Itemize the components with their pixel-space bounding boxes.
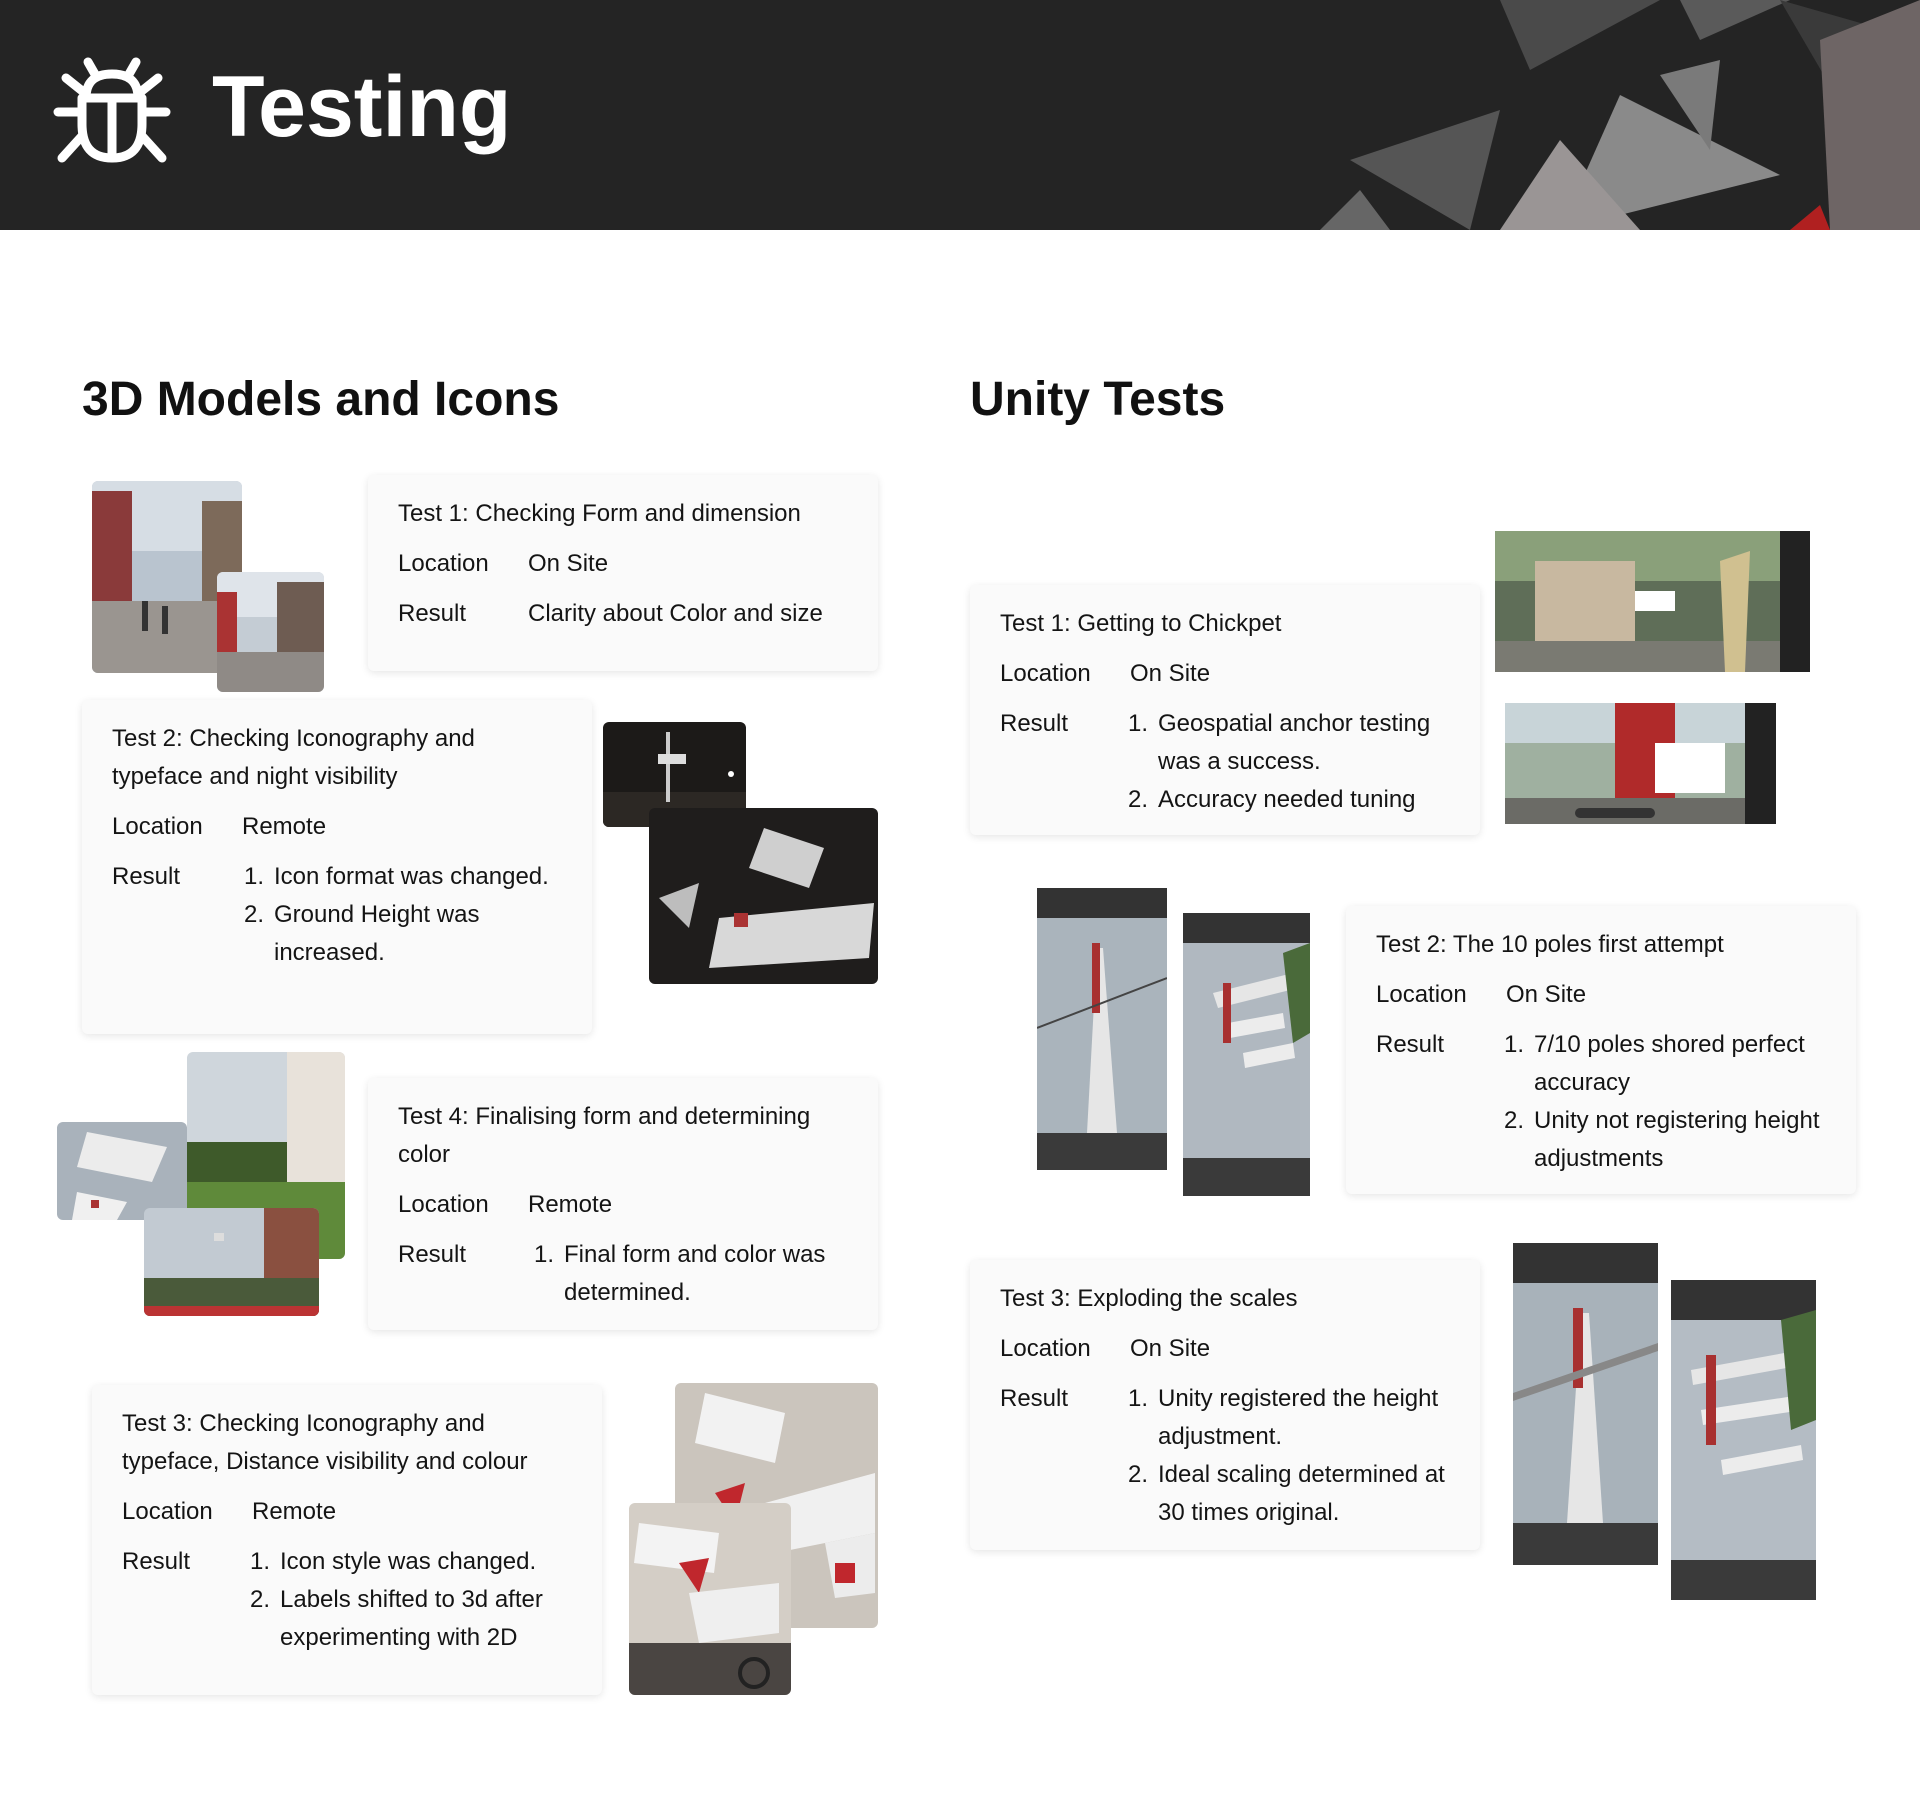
- location-label: Location: [122, 1498, 213, 1525]
- test-card-right-2: Test 2: The 10 poles first attempt Locat…: [1346, 906, 1856, 1194]
- location-label: Location: [1376, 981, 1467, 1008]
- section-heading-3d-models: 3D Models and Icons: [82, 373, 560, 426]
- location-value: On Site: [1130, 1335, 1211, 1362]
- pole-screenshot-1: [1037, 888, 1167, 1170]
- location-label: Location: [398, 550, 489, 577]
- location-value: On Site: [1506, 981, 1587, 1008]
- section-heading-unity-tests: Unity Tests: [970, 373, 1226, 426]
- location-label: Location: [1000, 660, 1091, 687]
- test-title: Test 1: Checking Form and dimension: [398, 500, 801, 527]
- sign-photo-1: [57, 1122, 187, 1220]
- test-title: Test 1: Getting to Chickpet: [1000, 610, 1282, 637]
- result-item: 7/10 poles shored perfect accuracy: [1504, 1026, 1805, 1096]
- test-title: Test 2: The 10 poles first attempt: [1376, 931, 1724, 958]
- result-item: Geospatial anchor testing was a success.: [1128, 705, 1431, 775]
- test-card-right-1: Test 1: Getting to Chickpet Location On S…: [970, 585, 1480, 835]
- result-item: Labels shifted to 3d after experimenting…: [250, 1581, 543, 1651]
- test-title: Test 3: Checking Iconography and typefac…: [122, 1410, 528, 1475]
- result-label: Result: [112, 863, 181, 890]
- test-card-left-3: Test 3: Checking Iconography and typefac…: [92, 1385, 602, 1695]
- test-title: Test 2: Checking Iconography and typefac…: [112, 725, 475, 790]
- result-item: Icon format was changed.: [244, 858, 549, 896]
- night-photo-2: [649, 808, 878, 984]
- scale-screenshot-1: [1513, 1243, 1658, 1565]
- location-value: On Site: [528, 550, 609, 577]
- test-title: Test 3: Exploding the scales: [1000, 1285, 1298, 1312]
- result-item: Ground Height was increased.: [244, 896, 480, 966]
- test-card-left-2: Test 2: Checking Iconography and typefac…: [82, 700, 592, 1034]
- page-title: Testing: [212, 59, 512, 155]
- result-item: Unity registered the height adjustment.: [1128, 1380, 1439, 1450]
- signage-render-2: [629, 1503, 791, 1695]
- result-item: Final form and color was determined.: [534, 1236, 826, 1306]
- result-label: Result: [398, 600, 467, 627]
- result-item: Unity not registering height adjustments: [1504, 1102, 1820, 1172]
- result-item: Ideal scaling determined at 30 times ori…: [1128, 1456, 1445, 1526]
- scale-screenshot-2: [1671, 1280, 1816, 1600]
- location-value: On Site: [1130, 660, 1211, 687]
- result-label: Result: [1000, 1385, 1069, 1412]
- result-label: Result: [1000, 710, 1069, 737]
- result-label: Result: [122, 1548, 191, 1575]
- location-label: Location: [112, 813, 203, 840]
- test-card-left-1: Test 1: Checking Form and dimension Loca…: [368, 475, 878, 671]
- street-photo-2: [217, 572, 324, 692]
- test-card-right-3: Test 3: Exploding the scales Location On …: [970, 1260, 1480, 1550]
- result-label: Result: [398, 1241, 467, 1268]
- ar-street-screenshot-2: [1505, 703, 1776, 824]
- location-label: Location: [398, 1191, 489, 1218]
- ar-street-screenshot-1: [1495, 531, 1810, 672]
- result-label: Result: [1376, 1031, 1445, 1058]
- header-banner: Testing: [0, 0, 1920, 230]
- test-card-left-4: Test 4: Finalising form and determining …: [368, 1078, 878, 1330]
- location-value: Remote: [242, 813, 327, 840]
- pole-screenshot-2: [1183, 913, 1310, 1196]
- result-item: Icon style was changed.: [250, 1543, 537, 1581]
- result-value: Clarity about Color and size: [528, 600, 823, 627]
- location-value: Remote: [528, 1191, 613, 1218]
- sign-photo-2: [144, 1208, 319, 1316]
- bug-icon: [53, 57, 171, 163]
- test-title: Test 4: Finalising form and determining …: [398, 1103, 811, 1168]
- location-value: Remote: [252, 1498, 337, 1525]
- location-label: Location: [1000, 1335, 1091, 1362]
- result-item: Accuracy needed tuning: [1128, 781, 1416, 819]
